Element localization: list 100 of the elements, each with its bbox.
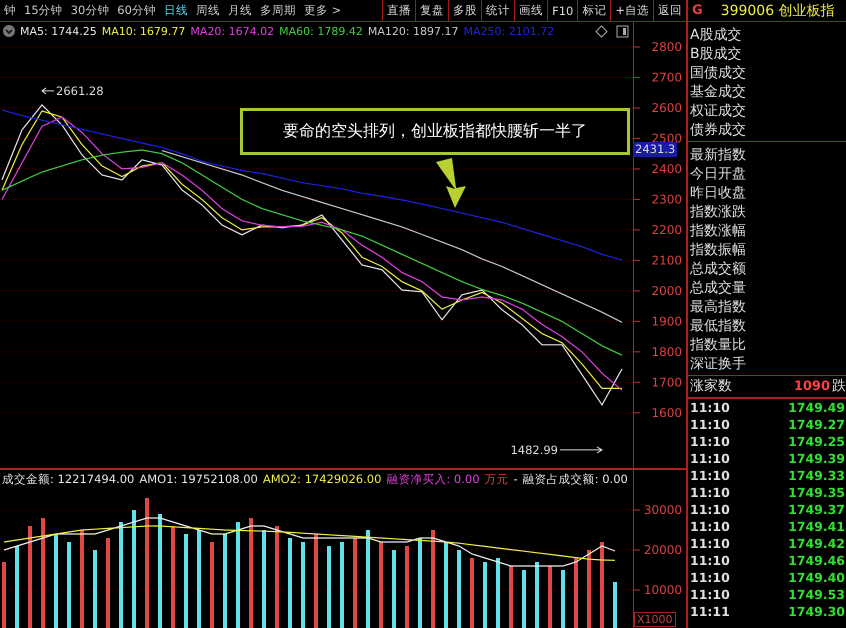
toolbar-button[interactable]: 直播 [382,0,416,21]
tick-price: 1749.42 [788,536,845,551]
stat-label: 最新指数 [690,146,747,165]
axis-label: 2400 [651,162,682,176]
price-cursor-label: 2431.3 [633,142,678,158]
stat-label: 指数涨跌 [690,203,747,222]
up-count: 1090 [794,379,830,394]
stat-label: B股成交 [690,45,743,64]
callout-text: 要命的空头排列，创业板指都快腰斩一半了 [240,108,630,155]
period-tab[interactable]: 多周期 [256,0,300,21]
stat-label: A股成交 [690,26,743,45]
market-label: G [692,3,703,18]
tick-price: 1749.39 [788,451,845,466]
stat-label: 涨家数 [690,377,732,396]
tick-price: 1749.35 [788,485,845,500]
stat-label: 最高指数 [690,298,747,317]
stat-label: 权证成交 [690,102,747,121]
tick-price: 1749.49 [788,400,845,415]
ma-legend-value: MA5: 1744.25 [20,24,97,38]
volume-stat: 成交金额: 12217494.00 [2,472,134,486]
toolbar-button[interactable]: +自选 [610,0,653,21]
axis-label: 10000 [644,583,682,597]
period-tab[interactable]: 日线 [160,0,192,21]
toolbar-button[interactable]: 标记 [577,0,610,21]
tick-price: 1749.27 [788,417,845,432]
tick-time: 11:10 [690,502,730,517]
axis-label: 2800 [651,40,682,54]
tick-price: 1749.41 [788,519,845,534]
tick-price: 1749.53 [788,587,845,602]
index-title: 399006 创业板指 [720,2,835,20]
annotation: 1482.99 [510,442,558,457]
tick-time: 11:10 [690,417,730,432]
unit-label: X1000 [634,612,676,627]
period-tab[interactable]: 15分钟 [20,0,67,21]
volume-stat: - [514,472,518,486]
period-tab[interactable]: 钟 [0,0,20,21]
ma-legend-value: MA120: 1897.17 [368,24,459,38]
period-tab[interactable]: 30分钟 [66,0,114,21]
tick-price: 1749.33 [788,468,845,483]
stat-label: 基金成交 [690,83,747,102]
tick-time: 11:10 [690,434,730,449]
stat-label: 最低指数 [690,317,747,336]
axis-label: 20000 [644,543,682,557]
ma-legend-value: MA10: 1679.77 [102,24,186,38]
axis-label: 2700 [651,70,682,84]
annotation: 2661.28 [56,84,104,98]
period-tab[interactable]: 周线 [192,0,224,21]
toolbar-button[interactable]: 多股 [448,0,482,21]
period-tab[interactable]: 更多 > [300,0,346,21]
price-annotation: 1482.99 [510,442,603,457]
stat-label: 深证换手 [690,355,747,374]
axis-label: 30000 [644,503,682,517]
chevron-circle-icon[interactable] [3,25,15,37]
period-tab[interactable]: 月线 [224,0,256,21]
toolbar-button[interactable]: F10 [547,0,578,21]
price-annotation: 2661.28 [41,84,104,98]
callout-arrow [436,158,466,208]
toolbar-button[interactable]: 统计 [481,0,514,21]
axis-label: 2300 [651,192,682,206]
volume-stat: 融资占成交额: 0.00 [522,472,628,486]
axis-label: 1800 [651,344,682,359]
toolbar-button[interactable]: 画线 [514,0,548,21]
tick-time: 11:10 [690,536,730,551]
diamond-icon[interactable] [595,24,608,38]
tick-price: 1749.40 [788,570,845,585]
tick-price: 1749.46 [788,553,845,568]
ma-legend-value: MA20: 1674.02 [190,24,274,38]
stat-label: 跌 [832,377,846,396]
axis-label: 1600 [651,406,682,420]
period-tab[interactable]: 60分钟 [113,0,160,21]
stat-label: 债券成交 [690,121,747,140]
axis-label: 1700 [651,375,682,390]
stat-label: 昨日收盘 [690,184,747,203]
tick-time: 11:10 [690,485,730,500]
volume-stat: 万元 [484,472,509,486]
stat-label: 总成交额 [690,260,747,279]
tick-time: 11:10 [690,587,730,602]
stat-label: 国债成交 [690,64,747,83]
tick-time: 11:10 [690,400,730,415]
tick-time: 11:10 [690,468,730,483]
toolbar-button[interactable]: 返回 [653,0,686,21]
tick-time: 11:10 [690,451,730,466]
axis-label: 2600 [651,100,682,115]
tick-price: 1749.37 [788,502,845,517]
stat-label: 总成交量 [690,279,747,298]
stat-label: 指数量比 [690,336,747,355]
ma-legend-value: MA250: 2101.72 [464,24,554,38]
tick-time: 11:10 [690,553,730,568]
tick-price: 1749.30 [788,604,845,619]
stat-label: 指数振幅 [690,241,747,260]
toolbar-button[interactable]: 复盘 [415,0,448,21]
axis-label: 2000 [651,284,682,298]
tick-time: 11:10 [690,570,730,585]
split-square-icon[interactable] [616,24,629,38]
axis-label: 2100 [651,253,682,268]
axis-label: 1900 [651,314,682,328]
stat-label: 指数涨幅 [690,222,747,241]
volume-stat: AMO2: 17429026.00 [262,472,382,486]
tick-time: 11:11 [690,604,730,619]
stat-label: 今日开盘 [690,165,747,184]
